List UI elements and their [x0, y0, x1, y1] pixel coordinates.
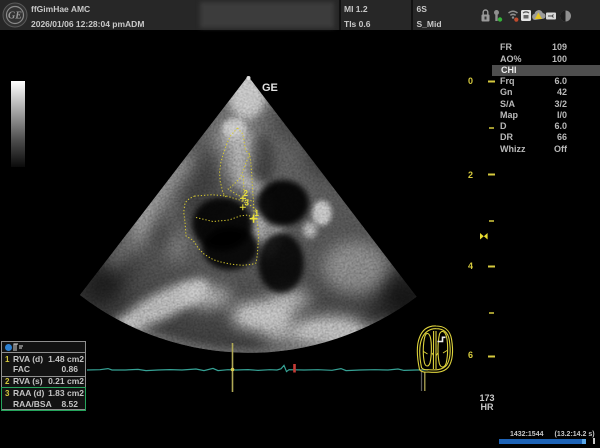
svg-text:2: 2: [244, 189, 249, 198]
svg-text:1: 1: [255, 209, 260, 218]
svg-text:3: 3: [245, 199, 250, 208]
svg-text:GE: GE: [262, 82, 278, 94]
